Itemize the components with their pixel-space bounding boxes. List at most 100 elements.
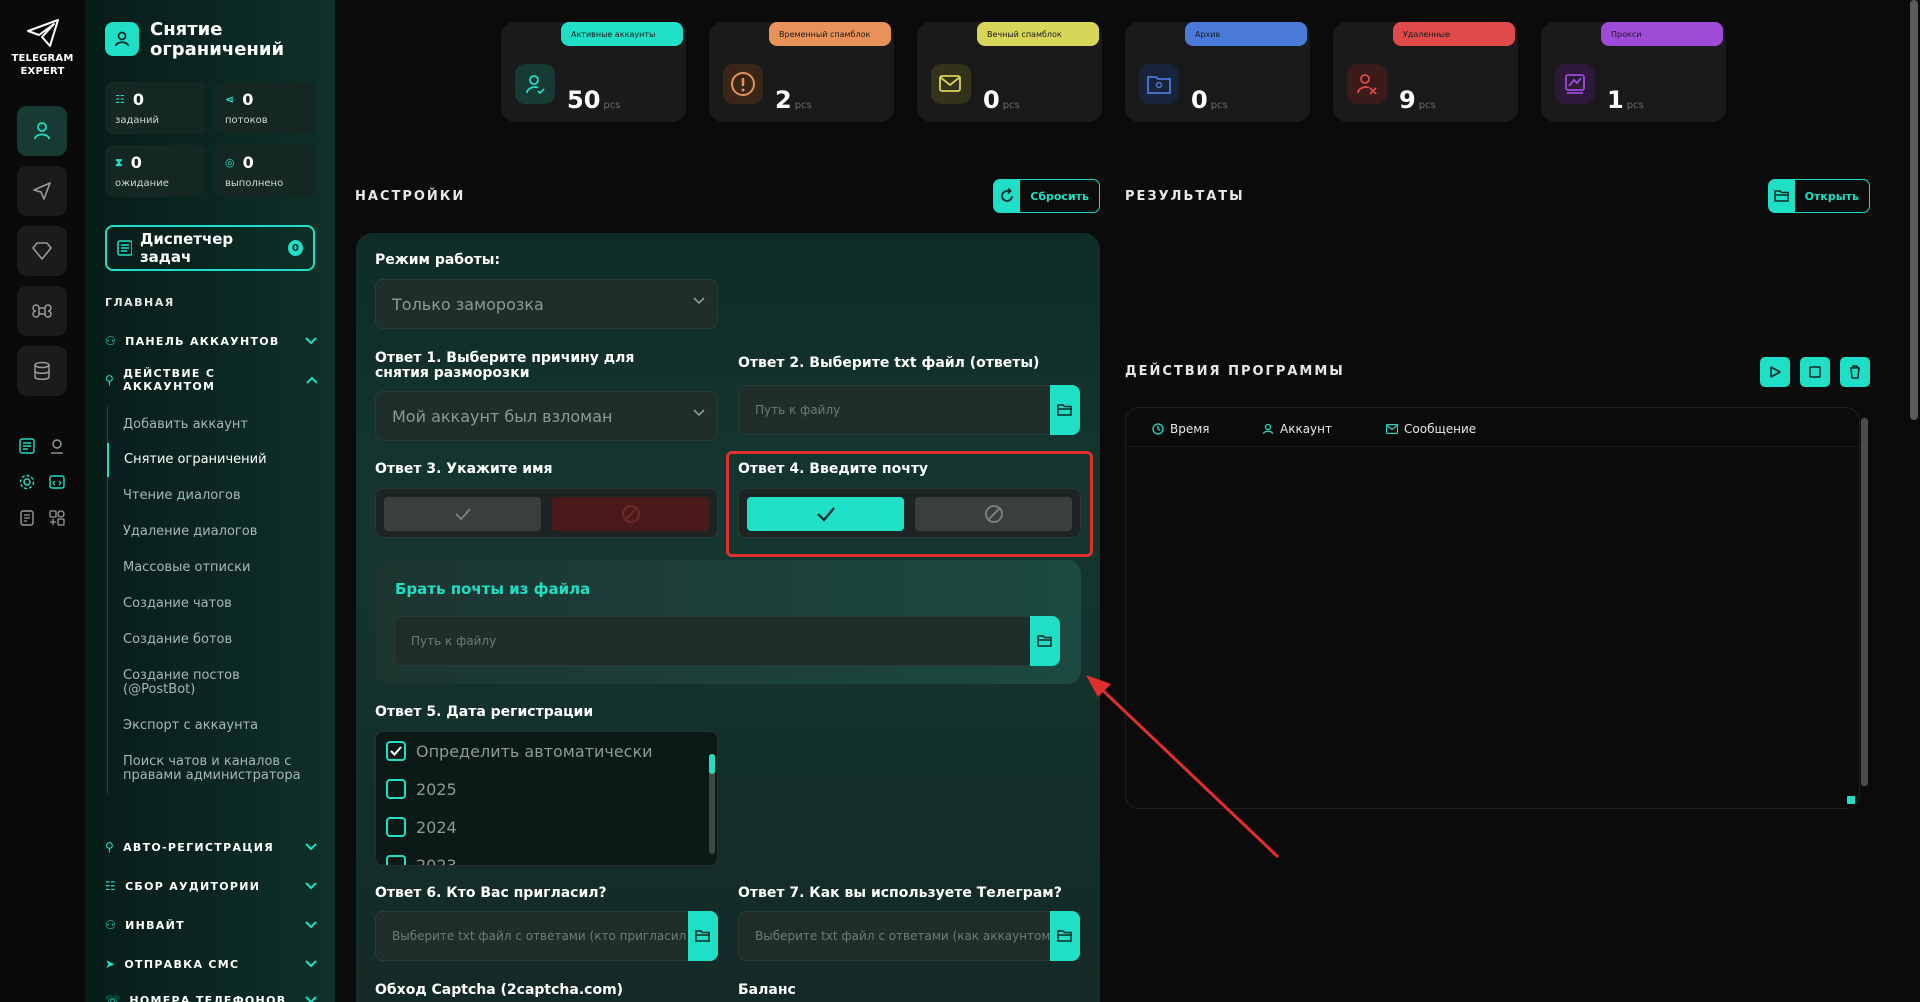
chevron-up-icon (306, 376, 317, 384)
mail-block-icon (931, 64, 971, 104)
mode-label: Режим работы: (375, 252, 501, 268)
answer2-label: Ответ 2. Выберите txt файл (ответы) (738, 355, 1040, 371)
answer2-file-input[interactable]: Путь к файлу (738, 385, 1052, 435)
sub-item-add-account[interactable]: Добавить аккаунт (108, 407, 319, 443)
user-x-icon (1347, 64, 1387, 104)
diamond-icon (32, 242, 52, 260)
user-check-icon (515, 64, 555, 104)
user-icon (1262, 423, 1274, 435)
answer1-label: Ответ 1. Выберите причину для снятия раз… (375, 350, 635, 381)
sub-item-delete-dialogs[interactable]: Удаление диалогов (108, 513, 319, 549)
tasks-icon: ☷ (115, 93, 125, 106)
sub-item-create-chats[interactable]: Создание чатов (108, 585, 319, 621)
sidebar: Снятие ограничений ☷ 0 заданий ⋖ 0 потоков… (85, 0, 335, 1002)
open-results-button[interactable]: Открыть (1768, 179, 1870, 213)
card-perm-spamblock[interactable]: Вечный спамблок 0 pcs (917, 22, 1102, 122)
stat-waiting: ⧗ 0 ожидание (105, 145, 205, 197)
rail-database-button[interactable] (17, 346, 67, 396)
mode-select[interactable]: Только заморозка (375, 279, 718, 329)
answer6-file-input[interactable]: Выберите txt файл с ответами (кто пригла… (375, 911, 689, 961)
list-scroll-thumb[interactable] (709, 754, 715, 774)
card-label: Активные аккаунты (561, 22, 683, 46)
sub-item-find-admin-chats[interactable]: Поиск чатов и каналов с правами админист… (108, 743, 308, 793)
sub-item-export-account[interactable]: Экспорт с аккаунта (108, 707, 319, 743)
group-accounts-panel[interactable]: ⚇ ПАНЕЛЬ АККАУНТОВ (105, 331, 317, 351)
group-account-actions[interactable]: ⚲ ДЕЙСТВИЕ С АККАУНТОМ (105, 367, 317, 393)
answer6-browse-button[interactable] (688, 911, 718, 961)
card-temp-spamblock[interactable]: Временный спамблок 2 pcs (709, 22, 894, 122)
play-button[interactable] (1760, 357, 1790, 387)
stop-button[interactable] (1800, 357, 1830, 387)
actions-log[interactable]: Время Аккаунт Сообщение (1125, 407, 1861, 809)
card-value: 0 pcs (983, 86, 1020, 114)
rail-diamond-button[interactable] (17, 226, 67, 276)
list-item[interactable]: Определить автоматически (386, 740, 653, 762)
reset-button[interactable]: Сбросить (993, 179, 1100, 213)
card-deleted[interactable]: Удаленные 9 pcs (1333, 22, 1518, 122)
answer1-select[interactable]: Мой аккаунт был взломан (375, 391, 718, 441)
answer7-label: Ответ 7. Как вы используете Телеграм? (738, 885, 1062, 901)
answer5-list: Определить автоматически 2025 2024 2023 (375, 731, 718, 866)
card-label: Архив (1185, 22, 1307, 46)
chevron-down-icon (305, 921, 317, 929)
play-icon (1770, 366, 1781, 378)
card-active-accounts[interactable]: Активные аккаунты 50 pcs (501, 22, 686, 122)
brand-user-icon (105, 22, 139, 56)
card-archive[interactable]: Архив 0 pcs (1125, 22, 1310, 122)
block-icon (621, 505, 640, 523)
email-file-input[interactable]: Путь к файлу (394, 616, 1031, 666)
chevron-down-icon (693, 297, 705, 305)
trash-icon (1850, 365, 1860, 379)
email-file-browse-button[interactable] (1030, 616, 1060, 666)
group-invite[interactable]: ⚇ ИНВАЙТ (105, 915, 317, 935)
group-auto-registration[interactable]: ⚲ АВТО-РЕГИСТРАЦИЯ (105, 837, 317, 857)
column-account: Аккаунт (1262, 418, 1332, 440)
check-icon (390, 746, 402, 756)
answer7-browse-button[interactable] (1050, 911, 1080, 961)
answer7-file-input[interactable]: Выберите txt файл с ответами (как аккаун… (738, 911, 1052, 961)
rail-send-button[interactable] (17, 166, 67, 216)
rail-mini-doc-button[interactable] (16, 507, 38, 529)
rail-mini-code-button[interactable] (46, 471, 68, 493)
log-scrollbar[interactable] (1861, 418, 1868, 786)
card-label: Вечный спамблок (977, 22, 1099, 46)
answer2-browse-button[interactable] (1050, 385, 1080, 435)
answer3-no-button[interactable] (552, 497, 709, 531)
list-item[interactable]: 2023 (386, 854, 457, 865)
clock-icon (1152, 423, 1164, 435)
sub-item-remove-restrictions[interactable]: Снятие ограничений (107, 443, 319, 477)
group-send-sms[interactable]: ➤ ОТПРАВКА СМС (105, 954, 317, 974)
left-rail: TELEGRAM EXPERT (0, 0, 85, 1002)
list-item[interactable]: 2025 (386, 778, 457, 800)
rail-mini-pin-button[interactable] (46, 435, 68, 457)
card-proxy[interactable]: Прокси 1 pcs (1541, 22, 1726, 122)
sub-item-mass-unsubscribe[interactable]: Массовые отписки (108, 549, 319, 585)
rail-accounts-button[interactable] (17, 106, 67, 156)
column-message: Сообщение (1386, 418, 1476, 440)
rail-mini-gear-button[interactable] (16, 471, 38, 493)
group-phone-numbers[interactable]: ☏ НОМЕРА ТЕЛЕФОНОВ (105, 990, 317, 1002)
answer3-yes-button[interactable] (384, 497, 541, 531)
page-scrollbar[interactable] (1910, 0, 1918, 420)
resize-handle[interactable] (1847, 796, 1855, 804)
user-icon (34, 122, 50, 140)
rail-command-button[interactable] (17, 286, 67, 336)
card-value: 50 pcs (567, 86, 621, 114)
rail-mini-grid-button[interactable] (46, 507, 68, 529)
sub-item-read-dialogs[interactable]: Чтение диалогов (108, 477, 319, 513)
send-icon: ➤ (105, 957, 117, 971)
group-audience-collection[interactable]: ☷ СБОР АУДИТОРИИ (105, 876, 317, 896)
clear-log-button[interactable] (1840, 357, 1870, 387)
task-manager-button[interactable]: Диспетчер задач 0 (105, 225, 315, 271)
sub-item-create-posts[interactable]: Создание постов (@PostBot) (108, 657, 258, 707)
sub-item-create-bots[interactable]: Создание ботов (108, 621, 319, 657)
folder-open-icon (1057, 404, 1072, 416)
column-time: Время (1152, 418, 1210, 440)
card-label: Прокси (1601, 22, 1723, 46)
rail-mini-list-button[interactable] (16, 435, 38, 457)
card-label: Удаленные (1393, 22, 1515, 46)
card-value: 2 pcs (775, 86, 812, 114)
card-value: 0 pcs (1191, 86, 1228, 114)
actions-title: ДЕЙСТВИЯ ПРОГРАММЫ (1125, 364, 1345, 379)
list-item[interactable]: 2024 (386, 816, 457, 838)
